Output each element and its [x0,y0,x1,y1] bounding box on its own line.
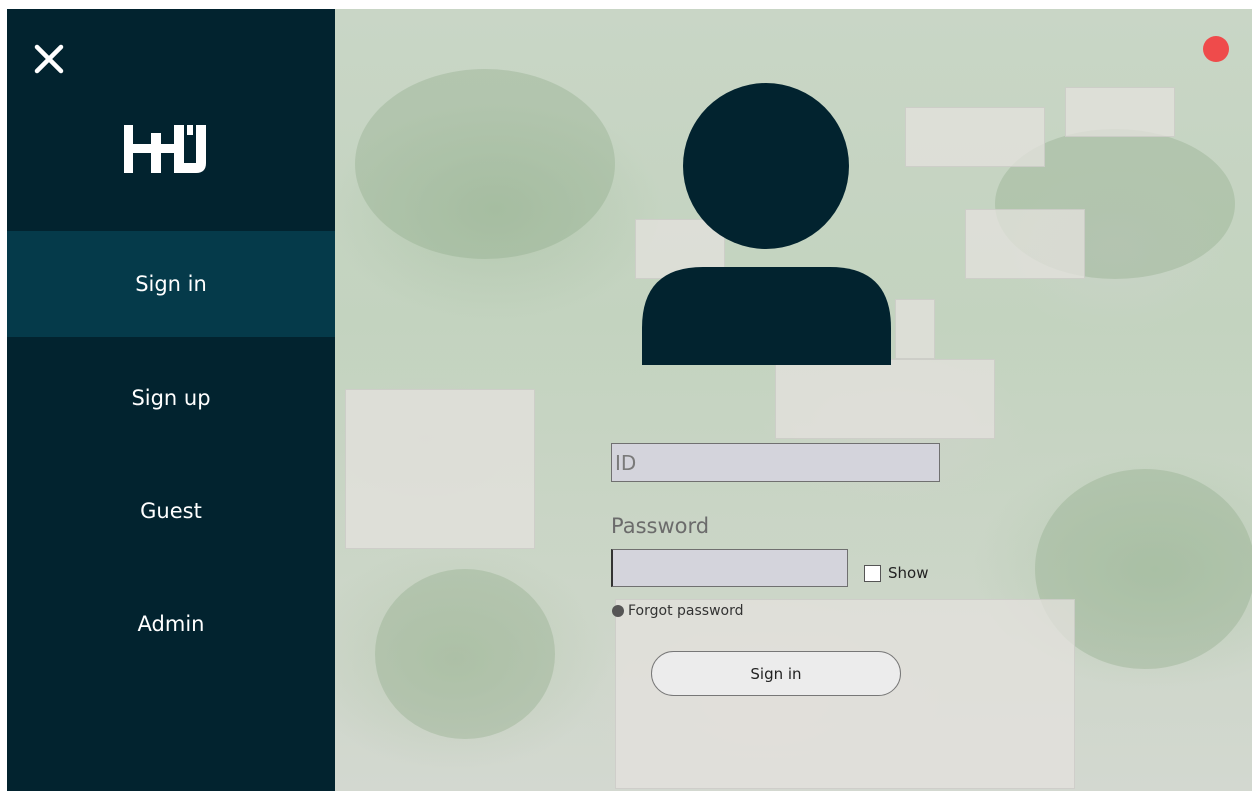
show-password-label: Show [888,564,929,582]
password-input[interactable] [611,549,848,587]
close-icon[interactable] [31,41,67,77]
forgot-password-link[interactable]: Forgot password [612,603,744,619]
sidebar-item-label: Sign in [135,272,207,296]
app-window: Sign in Sign up Guest Admin ID Password … [7,9,1252,791]
id-input[interactable] [611,443,940,482]
forgot-password-label: Forgot password [628,603,744,619]
user-avatar-icon [642,83,892,365]
sidebar-item-sign-up[interactable]: Sign up [7,345,335,451]
sidebar: Sign in Sign up Guest Admin [7,9,335,791]
sidebar-item-guest[interactable]: Guest [7,458,335,564]
password-label: Password [611,514,710,538]
show-password-checkbox[interactable] [864,564,881,582]
sidebar-item-label: Admin [137,612,205,636]
status-indicator [1203,36,1229,62]
sidebar-item-label: Guest [140,499,202,523]
brand-logo [124,125,218,173]
bullet-icon [612,605,624,617]
login-panel: Password Show Forgot password Sign in [335,9,1252,791]
sign-in-button[interactable]: Sign in [651,651,901,696]
show-password-toggle[interactable]: Show [864,564,928,582]
sidebar-item-sign-in[interactable]: Sign in [7,231,335,337]
sidebar-item-label: Sign up [131,386,211,410]
sidebar-item-admin[interactable]: Admin [7,571,335,677]
